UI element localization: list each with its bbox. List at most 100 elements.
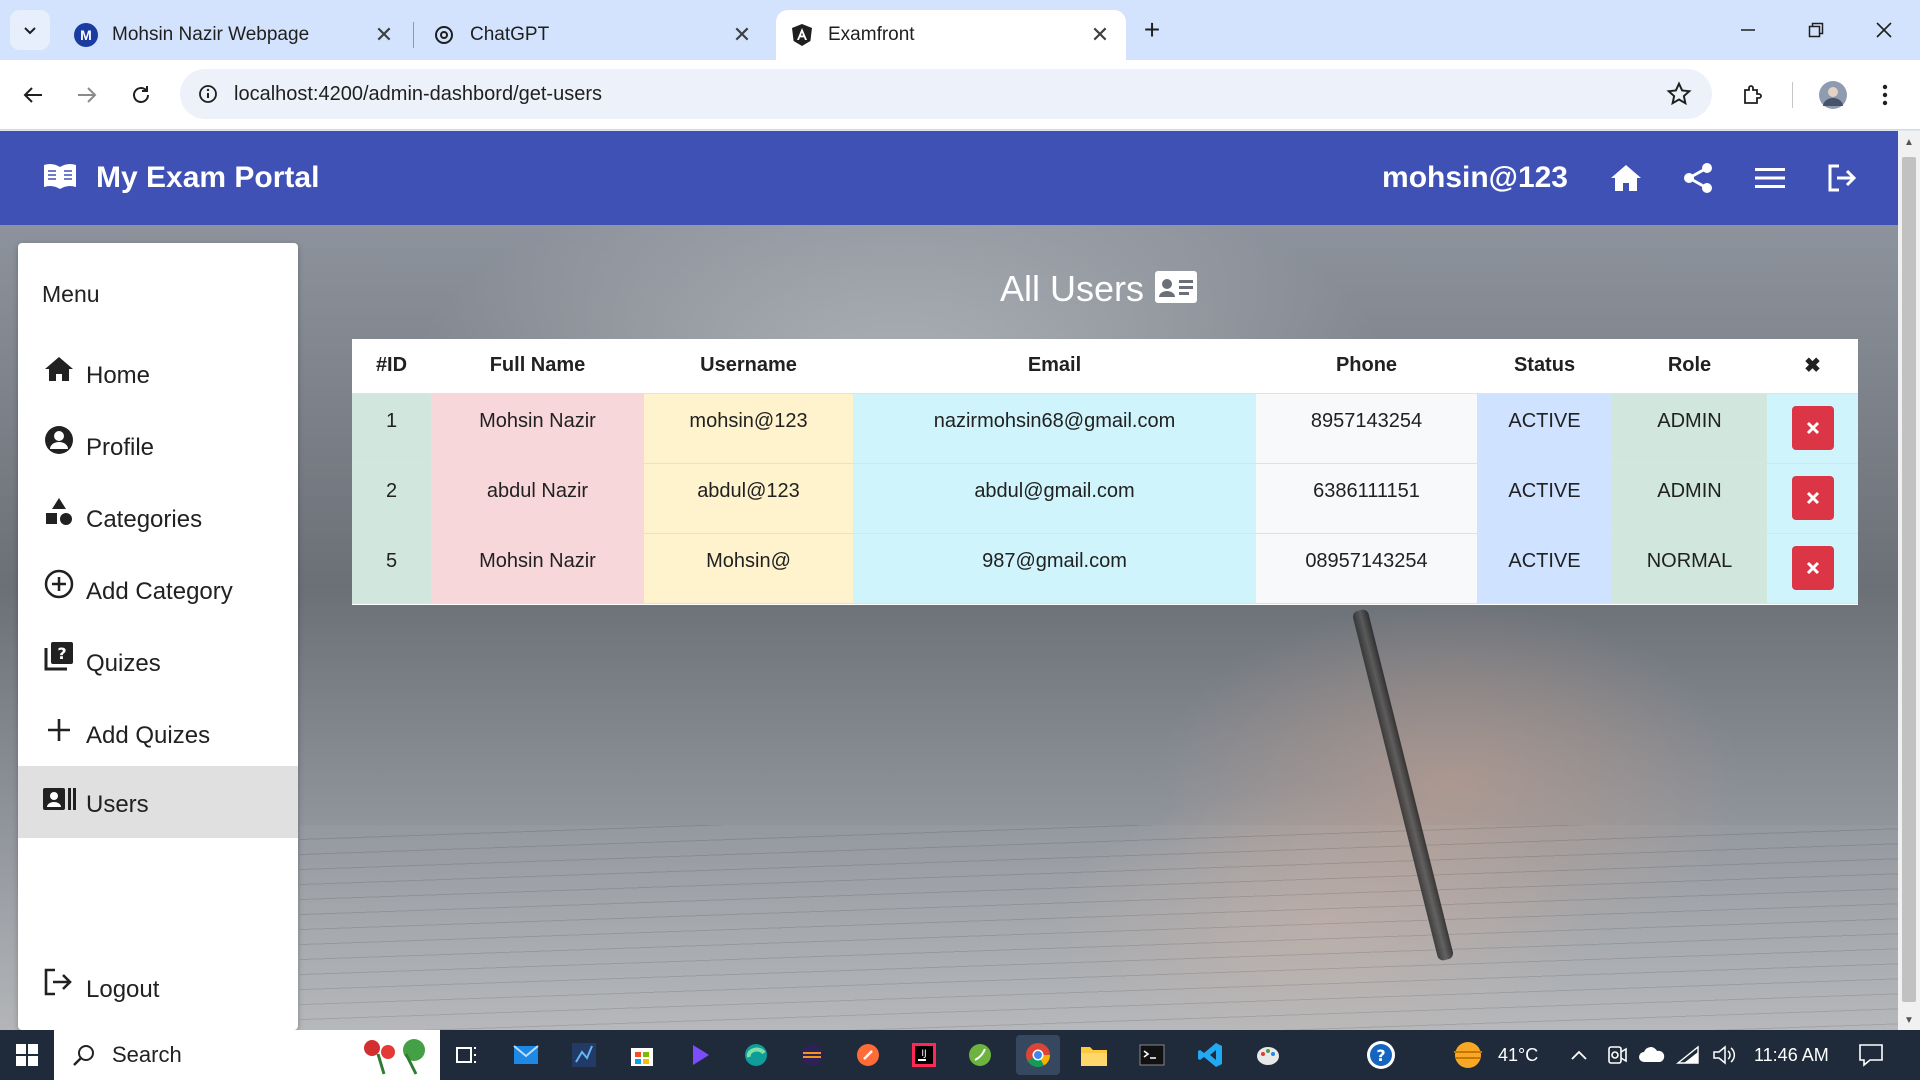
intellij-icon[interactable]: IJ	[902, 1035, 946, 1075]
terminal-icon[interactable]	[1130, 1035, 1174, 1075]
cell-actions	[1767, 533, 1858, 604]
store-icon[interactable]	[620, 1035, 664, 1075]
wifi-icon[interactable]	[1676, 1030, 1700, 1080]
header-actions: mohsin@123	[1382, 131, 1878, 225]
profile-avatar[interactable]	[1814, 76, 1852, 114]
bookmark-star-icon[interactable]	[1666, 81, 1692, 112]
app-header: My Exam Portal mohsin@123	[0, 131, 1898, 225]
cell-email: abdul@gmail.com	[853, 463, 1256, 534]
tab-mohsin-webpage[interactable]: M Mohsin Nazir Webpage ✕	[60, 10, 410, 60]
close-window-button[interactable]	[1864, 12, 1904, 48]
delete-user-button[interactable]	[1791, 475, 1834, 520]
scroll-up-arrow-icon[interactable]: ▲	[1904, 137, 1914, 148]
delete-user-button[interactable]	[1791, 545, 1834, 590]
sidebar-item-categories[interactable]: Categories	[18, 481, 298, 553]
windows-logo-icon	[16, 1044, 38, 1066]
edge-icon[interactable]	[734, 1035, 778, 1075]
chrome-icon[interactable]	[1016, 1035, 1060, 1075]
minimize-button[interactable]	[1728, 12, 1768, 48]
svg-text:IJ: IJ	[921, 1049, 926, 1059]
current-username[interactable]: mohsin@123	[1382, 161, 1568, 195]
sidebar-item-users[interactable]: Users	[18, 766, 298, 838]
scroll-down-arrow-icon[interactable]: ▼	[1904, 1015, 1914, 1026]
tab-examfront[interactable]: Examfront ✕	[776, 10, 1126, 60]
column-header-phone: Phone	[1256, 339, 1477, 394]
sidebar-item-label: Categories	[86, 506, 203, 533]
back-button[interactable]	[14, 76, 52, 114]
url-text[interactable]: localhost:4200/admin-dashbord/get-users	[234, 83, 602, 106]
file-explorer-icon[interactable]	[1072, 1035, 1116, 1075]
close-icon[interactable]: ✕	[372, 22, 396, 48]
camera-icon[interactable]	[1606, 1030, 1628, 1080]
show-hidden-icons-chevron-up-icon[interactable]	[1570, 1030, 1588, 1080]
table-row: 1 Mohsin Nazir mohsin@123 nazirmohsin68@…	[352, 393, 1858, 464]
tab-chatgpt[interactable]: ChatGPT ✕	[418, 10, 768, 60]
close-icon[interactable]: ✕	[1088, 22, 1112, 48]
sidebar-item-label: Quizes	[86, 650, 161, 677]
media-player-icon[interactable]	[678, 1035, 722, 1075]
taskbar-search-box[interactable]: Search	[54, 1030, 440, 1080]
cell-role: ADMIN	[1612, 463, 1767, 534]
sidebar-item-quizes[interactable]: ? Quizes	[18, 625, 298, 697]
delete-user-button[interactable]	[1791, 405, 1834, 450]
book-open-icon	[42, 161, 78, 196]
id-card-icon	[1154, 270, 1198, 309]
notifications-icon[interactable]	[1858, 1030, 1884, 1080]
task-view-icon[interactable]	[446, 1035, 490, 1075]
quiz-icon: ?	[42, 637, 76, 671]
home-icon[interactable]	[1602, 154, 1650, 202]
sidebar-item-add-quizes[interactable]: Add Quizes	[18, 697, 298, 769]
close-icon	[1806, 491, 1819, 504]
reload-button[interactable]	[122, 76, 160, 114]
onedrive-cloud-icon[interactable]	[1638, 1030, 1666, 1080]
page-scrollbar[interactable]: ▲ ▼	[1898, 131, 1920, 1030]
chart-app-icon[interactable]	[562, 1035, 606, 1075]
angular-icon	[790, 23, 814, 47]
plus-icon	[42, 709, 76, 743]
column-header-email: Email	[853, 339, 1256, 394]
help-icon[interactable]: ?	[1364, 1030, 1398, 1080]
new-tab-button[interactable]: +	[1136, 14, 1168, 46]
restore-button[interactable]	[1796, 12, 1836, 48]
users-table-container: #ID Full Name Username Email Phone Statu…	[352, 339, 1858, 605]
menu-icon[interactable]	[1746, 154, 1794, 202]
tab-search-button[interactable]	[10, 10, 50, 50]
sidebar: Menu Home Profile Categories Add Categor…	[18, 243, 298, 1030]
sidebar-item-home[interactable]: Home	[18, 337, 298, 409]
avatar-icon	[1819, 81, 1847, 109]
arrow-right-icon	[78, 87, 97, 103]
logout-icon[interactable]	[1818, 154, 1866, 202]
clock[interactable]: 11:46 AM	[1754, 1030, 1829, 1080]
close-icon	[1806, 561, 1819, 574]
paint-icon[interactable]	[1246, 1035, 1290, 1075]
close-icon[interactable]: ✕	[730, 22, 754, 48]
column-header-role: Role	[1612, 339, 1767, 394]
postman-icon[interactable]	[846, 1035, 890, 1075]
chatgpt-icon	[432, 23, 456, 47]
category-icon	[42, 493, 76, 527]
extensions-button[interactable]	[1734, 76, 1772, 114]
share-icon[interactable]	[1674, 154, 1722, 202]
brand[interactable]: My Exam Portal	[42, 161, 319, 196]
weather-widget[interactable]: 41°C	[1448, 1030, 1538, 1080]
more-vert-icon	[1882, 84, 1888, 106]
vscode-icon[interactable]	[1188, 1035, 1232, 1075]
table-header-row: #ID Full Name Username Email Phone Statu…	[352, 339, 1858, 394]
browser-toolbar: localhost:4200/admin-dashbord/get-users	[0, 60, 1920, 130]
volume-icon[interactable]	[1712, 1030, 1736, 1080]
scrollbar-thumb[interactable]	[1902, 157, 1916, 1002]
forward-button[interactable]	[68, 76, 106, 114]
sidebar-item-profile[interactable]: Profile	[18, 409, 298, 481]
cell-email: 987@gmail.com	[853, 533, 1256, 604]
spring-tool-suite-icon[interactable]	[958, 1035, 1002, 1075]
browser-menu-button[interactable]	[1866, 76, 1904, 114]
start-button[interactable]	[0, 1030, 54, 1080]
info-icon[interactable]	[198, 84, 218, 104]
search-highlight-flowers-icon	[358, 1034, 434, 1080]
sidebar-item-add-category[interactable]: Add Category	[18, 553, 298, 625]
eclipse-icon[interactable]	[790, 1035, 834, 1075]
cell-id: 1	[352, 393, 431, 464]
address-bar[interactable]: localhost:4200/admin-dashbord/get-users	[180, 69, 1712, 119]
sidebar-item-logout[interactable]: Logout	[18, 951, 298, 1023]
mail-icon[interactable]	[504, 1035, 548, 1075]
